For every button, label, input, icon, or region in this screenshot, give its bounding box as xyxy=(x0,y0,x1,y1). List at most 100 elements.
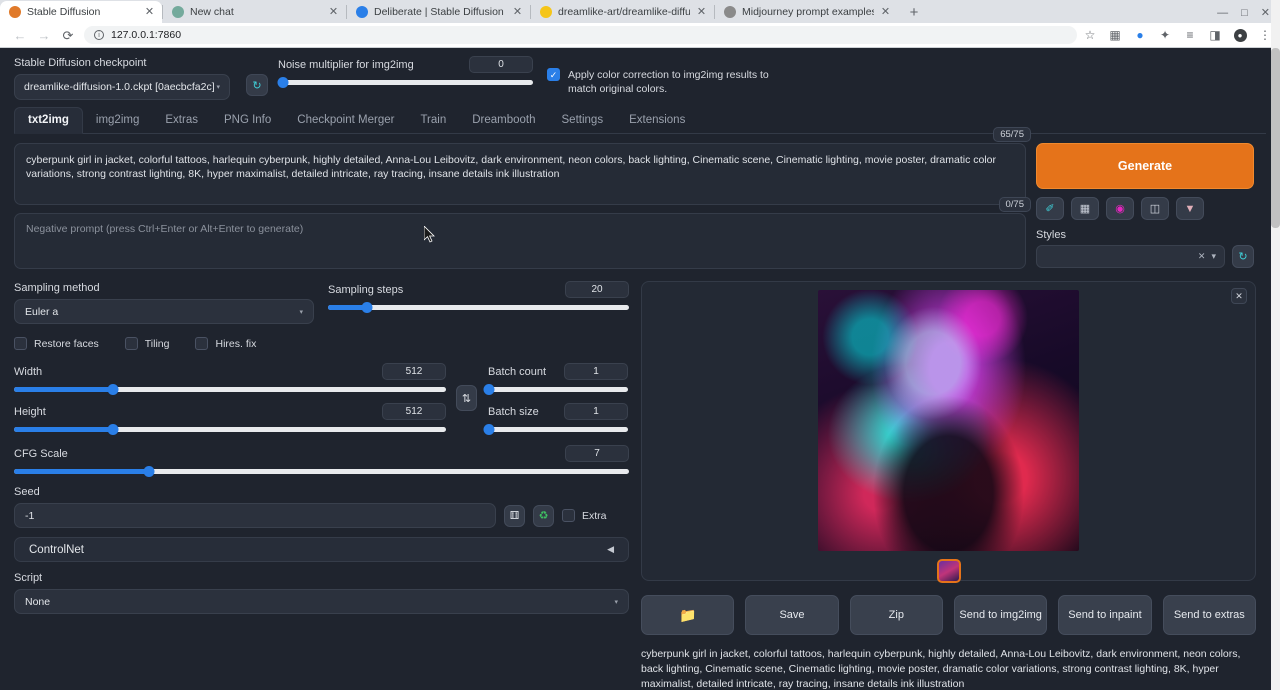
browser-tab-3[interactable]: dreamlike-art/dreamlike-diffusio ✕ xyxy=(531,1,714,23)
tab-extensions[interactable]: Extensions xyxy=(616,108,698,133)
random-seed-dice-icon[interactable]: ⚅ xyxy=(504,505,525,527)
noise-multiplier-input[interactable]: 0 xyxy=(469,56,533,73)
trash-grid-icon[interactable]: ▦ xyxy=(1071,197,1099,220)
new-tab-button[interactable]: + xyxy=(904,5,924,20)
clipboard-icon[interactable]: ◫ xyxy=(1141,197,1169,220)
tab-train[interactable]: Train xyxy=(407,108,459,133)
reuse-seed-recycle-icon[interactable]: ♻ xyxy=(533,505,554,527)
tab-png-info[interactable]: PNG Info xyxy=(211,108,284,133)
checkpoint-select[interactable]: dreamlike-diffusion-1.0.ckpt [0aecbcfa2c… xyxy=(14,74,230,100)
chrome-menu-icon[interactable]: ⋮ xyxy=(1258,28,1272,42)
forward-button[interactable]: → xyxy=(32,29,56,42)
swap-dimensions-wrap: ⇅ xyxy=(456,363,478,411)
sync-circle-icon[interactable]: ● xyxy=(1133,28,1147,42)
swap-dimensions-button[interactable]: ⇅ xyxy=(456,385,477,411)
styles-refresh-button[interactable]: ↻ xyxy=(1232,245,1254,268)
tab-settings[interactable]: Settings xyxy=(549,108,617,133)
reload-button[interactable]: ⟳ xyxy=(56,29,80,42)
styles-label: Styles xyxy=(1036,229,1254,241)
controlnet-accordion[interactable]: ControlNet ◀ xyxy=(14,537,629,562)
batch-size-input[interactable]: 1 xyxy=(564,403,628,420)
top-settings-row: Stable Diffusion checkpoint dreamlike-di… xyxy=(14,56,1266,102)
tab-close-icon[interactable]: ✕ xyxy=(880,7,891,18)
cfg-group: CFG Scale 7 xyxy=(14,445,629,474)
send-to-extras-button[interactable]: Send to extras xyxy=(1163,595,1256,635)
restore-faces-checkbox[interactable]: Restore faces xyxy=(14,337,99,350)
save-style-icon[interactable]: ▼ xyxy=(1176,197,1204,220)
paintbrush-icon[interactable]: ✐ xyxy=(1036,197,1064,220)
back-button[interactable]: ← xyxy=(8,29,32,42)
extra-seed-checkbox[interactable]: Extra xyxy=(562,509,607,522)
browser-tab-2[interactable]: Deliberate | Stable Diffusion Che ✕ xyxy=(347,1,530,23)
open-folder-button[interactable]: 📁 xyxy=(641,595,734,635)
close-icon[interactable]: ✕ xyxy=(1231,288,1247,304)
generate-button[interactable]: Generate xyxy=(1036,143,1254,189)
cfg-slider[interactable] xyxy=(14,469,629,474)
extra-label: Extra xyxy=(582,510,607,522)
batch-count-input[interactable]: 1 xyxy=(564,363,628,380)
tab-close-icon[interactable]: ✕ xyxy=(144,7,155,18)
seed-group: Seed -1 ⚅ ♻ Extra xyxy=(14,485,629,528)
sampling-method-select[interactable]: Euler a ▾ xyxy=(14,299,314,324)
hires-fix-checkbox[interactable]: Hires. fix xyxy=(195,337,256,350)
cfg-input[interactable]: 7 xyxy=(565,445,629,462)
tab-checkpoint-merger[interactable]: Checkpoint Merger xyxy=(284,108,407,133)
thumbnail-0[interactable] xyxy=(937,559,961,583)
browser-tab-1[interactable]: New chat ✕ xyxy=(163,1,346,23)
wallet-icon[interactable]: ▦ xyxy=(1108,28,1122,42)
extra-networks-icon[interactable]: ◉ xyxy=(1106,197,1134,220)
browser-tab-0[interactable]: Stable Diffusion ✕ xyxy=(0,1,162,23)
window-minimize-button[interactable]: — xyxy=(1217,7,1228,19)
chevron-down-icon: ▾ xyxy=(614,598,618,606)
prompt-textarea[interactable]: 65/75 cyberpunk girl in jacket, colorful… xyxy=(14,143,1026,205)
sampling-steps-slider[interactable] xyxy=(328,305,629,310)
seed-input[interactable]: -1 xyxy=(14,503,496,528)
width-input[interactable]: 512 xyxy=(382,363,446,380)
chevron-down-icon[interactable]: ▾ xyxy=(1211,251,1216,262)
noise-multiplier-slider[interactable] xyxy=(278,80,533,85)
tab-extras[interactable]: Extras xyxy=(152,108,211,133)
send-to-img2img-button[interactable]: Send to img2img xyxy=(954,595,1047,635)
styles-clear-icon[interactable]: ✕ xyxy=(1198,251,1206,262)
profile-avatar-icon[interactable]: ● xyxy=(1233,28,1247,42)
tab-favicon-stable-diffusion xyxy=(9,6,21,18)
tab-close-icon[interactable]: ✕ xyxy=(696,7,707,18)
bookmark-star-icon[interactable]: ☆ xyxy=(1083,28,1097,42)
save-button[interactable]: Save xyxy=(745,595,838,635)
height-slider[interactable] xyxy=(14,427,446,432)
tab-dreambooth[interactable]: Dreambooth xyxy=(459,108,548,133)
scrollbar-thumb[interactable] xyxy=(1271,48,1280,228)
sampling-steps-input[interactable]: 20 xyxy=(565,281,629,298)
send-to-inpaint-button[interactable]: Send to inpaint xyxy=(1058,595,1151,635)
tab-close-icon[interactable]: ✕ xyxy=(328,7,339,18)
address-bar[interactable]: i 127.0.0.1:7860 xyxy=(84,26,1077,44)
thumbnail-strip xyxy=(650,559,1247,583)
width-group: Width 512 xyxy=(14,363,446,380)
tiling-checkbox[interactable]: Tiling xyxy=(125,337,170,350)
tab-close-icon[interactable]: ✕ xyxy=(512,7,523,18)
window-maximize-button[interactable]: □ xyxy=(1241,7,1248,19)
styles-select[interactable]: ✕ ▾ xyxy=(1036,245,1225,268)
generated-image[interactable] xyxy=(818,290,1079,551)
reading-list-icon[interactable]: ≡ xyxy=(1183,28,1197,42)
negative-prompt-textarea[interactable]: 0/75 Negative prompt (press Ctrl+Enter o… xyxy=(14,213,1026,269)
site-info-icon[interactable]: i xyxy=(94,30,104,40)
tab-txt2img[interactable]: txt2img xyxy=(14,107,83,134)
refresh-checkpoints-button[interactable]: ↻ xyxy=(246,74,268,96)
tab-favicon-new-chat xyxy=(172,6,184,18)
script-select[interactable]: None ▾ xyxy=(14,589,629,614)
extensions-puzzle-icon[interactable]: ✦ xyxy=(1158,28,1172,42)
batch-count-slider[interactable] xyxy=(488,387,628,392)
batch-size-slider[interactable] xyxy=(488,427,628,432)
zip-button[interactable]: Zip xyxy=(850,595,943,635)
side-panel-icon[interactable]: ◨ xyxy=(1208,28,1222,42)
browser-tab-4[interactable]: Midjourney prompt examples : L ✕ xyxy=(715,1,898,23)
page-scrollbar[interactable] xyxy=(1271,0,1280,690)
color-correction-group[interactable]: ✓ Apply color correction to img2img resu… xyxy=(547,56,787,96)
height-input[interactable]: 512 xyxy=(382,403,446,420)
result-actions: 📁 Save Zip Send to img2img Send to inpai… xyxy=(641,595,1256,635)
tab-img2img[interactable]: img2img xyxy=(83,108,152,133)
color-correction-checkbox[interactable]: ✓ xyxy=(547,68,560,81)
window-close-button[interactable]: ✕ xyxy=(1261,6,1270,19)
width-slider[interactable] xyxy=(14,387,446,392)
